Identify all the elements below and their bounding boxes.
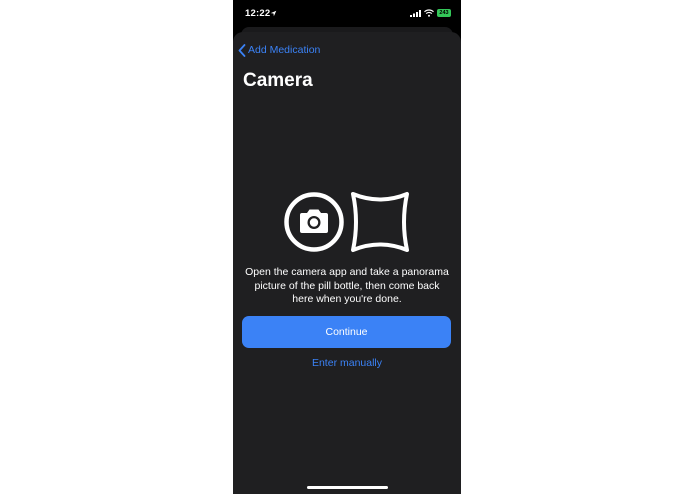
chevron-left-icon <box>238 43 246 57</box>
enter-manually-link[interactable]: Enter manually <box>233 357 461 369</box>
phone-screen: 12:22 243 Add Medication Camera Open the… <box>233 0 461 494</box>
wifi-icon <box>424 9 434 17</box>
continue-button[interactable]: Continue <box>242 316 451 348</box>
panorama-icon <box>351 192 409 252</box>
illustration <box>283 190 413 254</box>
battery-icon: 243 <box>437 9 451 17</box>
status-time: 12:22 <box>245 8 271 19</box>
page-title: Camera <box>243 70 313 91</box>
modal-sheet: Add Medication Camera Open the camera ap… <box>233 32 461 494</box>
back-button-label: Add Medication <box>248 44 321 56</box>
instructions-text: Open the camera app and take a panorama … <box>245 266 449 305</box>
camera-icon <box>284 192 344 252</box>
signal-icon <box>410 10 421 17</box>
back-button[interactable]: Add Medication <box>238 43 320 57</box>
location-icon <box>270 10 277 17</box>
home-indicator[interactable] <box>307 486 388 489</box>
status-bar: 12:22 243 <box>233 0 461 26</box>
